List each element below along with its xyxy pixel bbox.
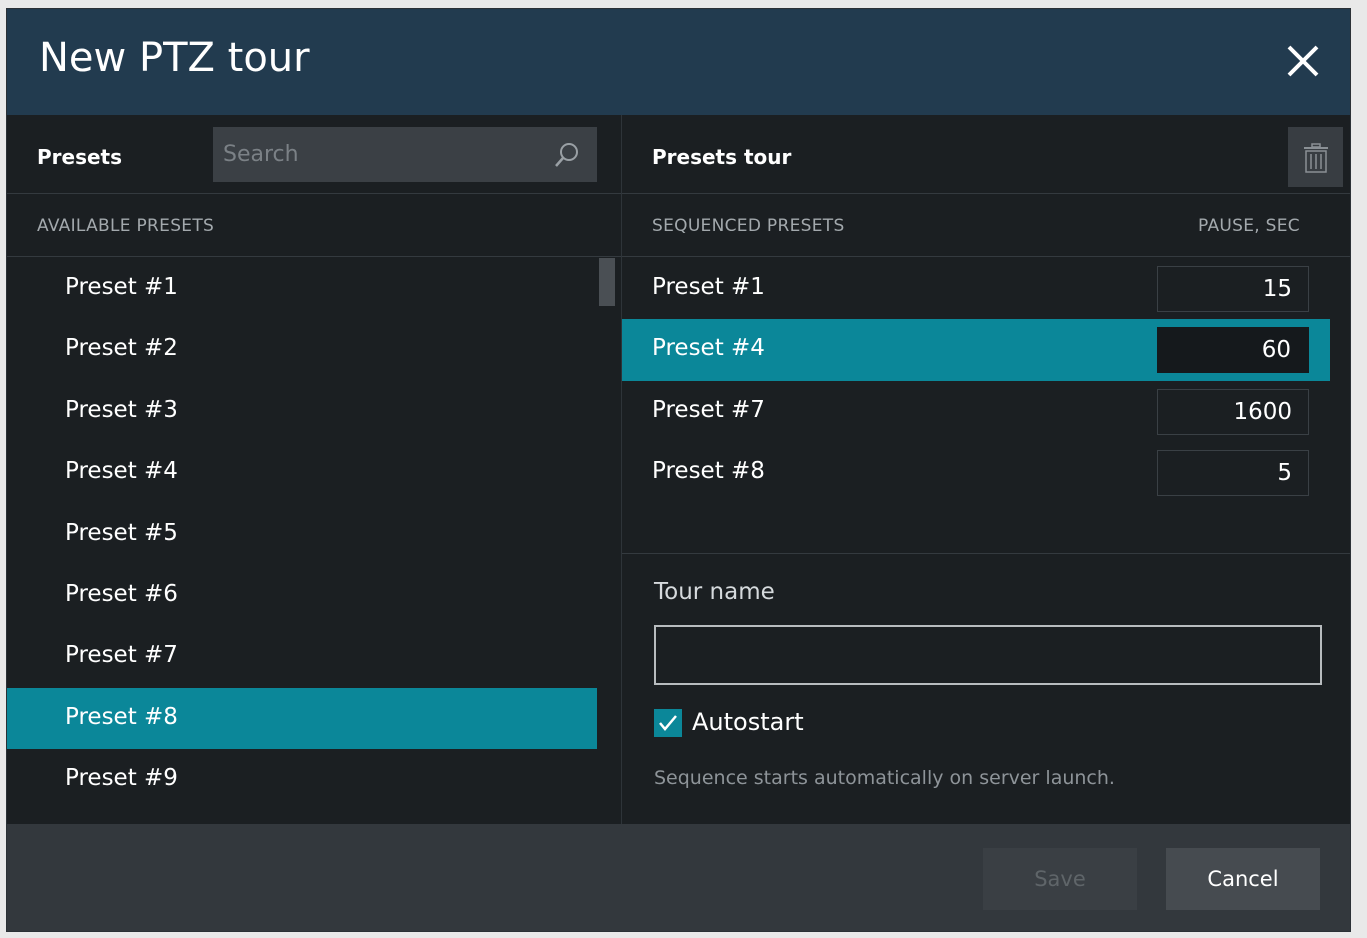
list-item-label: Preset #4 <box>65 458 178 485</box>
list-item-label: Preset #9 <box>65 765 178 792</box>
list-item[interactable]: Preset #7 <box>7 626 597 687</box>
tour-name-label: Tour name <box>654 579 775 605</box>
list-item[interactable]: Preset #1 <box>7 258 597 319</box>
list-item[interactable]: Preset #3 <box>7 381 597 442</box>
available-presets-header: AVAILABLE PRESETS <box>7 194 621 257</box>
save-button[interactable]: Save <box>983 848 1137 910</box>
dialog-footer: Save Cancel <box>7 824 1350 931</box>
sequenced-preset-label: Preset #1 <box>652 274 765 300</box>
presets-tour-header: Presets tour <box>622 115 1350 194</box>
pause-sec-label: PAUSE, SEC <box>1198 216 1300 236</box>
check-icon <box>659 715 677 731</box>
list-item-label: Preset #8 <box>65 703 178 730</box>
autostart-label[interactable]: Autostart <box>692 708 804 736</box>
divider <box>622 553 1350 554</box>
list-item-label: Preset #3 <box>65 396 178 423</box>
pause-input[interactable] <box>1157 388 1309 435</box>
list-item[interactable]: Preset #9 <box>7 749 597 810</box>
presets-tour-header-label: Presets tour <box>652 145 792 169</box>
presets-panel: Presets AVAILABLE PRESETS Preset #1 Pres… <box>7 115 621 824</box>
search-input[interactable] <box>223 139 543 169</box>
list-item[interactable]: Preset #5 <box>7 504 597 565</box>
table-row[interactable]: Preset #4 <box>622 319 1330 381</box>
available-presets-label: AVAILABLE PRESETS <box>37 216 215 236</box>
list-item[interactable]: Preset #8 <box>7 687 597 750</box>
list-item-label: Preset #5 <box>65 519 178 546</box>
list-item[interactable]: Preset #4 <box>7 442 597 503</box>
available-presets-list: Preset #1 Preset #2 Preset #3 Preset #4 … <box>7 258 597 811</box>
presets-scrollbar[interactable] <box>599 258 617 824</box>
tour-name-field[interactable] <box>654 625 1322 685</box>
delete-button[interactable] <box>1288 127 1343 187</box>
sequenced-preset-label: Preset #7 <box>652 396 765 423</box>
list-item-label: Preset #1 <box>65 274 178 300</box>
search-icon[interactable] <box>553 141 581 169</box>
pause-input[interactable] <box>1157 327 1309 374</box>
pause-input[interactable] <box>1157 266 1309 312</box>
cancel-button[interactable]: Cancel <box>1166 848 1320 910</box>
list-item-label: Preset #6 <box>65 580 178 607</box>
sequenced-presets-list: Preset #1 Preset #4 Preset #7 Preset #8 <box>622 258 1330 504</box>
sequenced-preset-label: Preset #4 <box>652 335 765 362</box>
sequenced-presets-header: SEQUENCED PRESETS PAUSE, SEC <box>622 194 1350 257</box>
table-row[interactable]: Preset #7 <box>622 381 1330 442</box>
list-item[interactable]: Preset #6 <box>7 565 597 626</box>
table-row[interactable]: Preset #1 <box>622 258 1330 319</box>
trash-icon <box>1304 143 1328 173</box>
sequenced-preset-label: Preset #8 <box>652 458 765 485</box>
autostart-hint: Sequence starts automatically on server … <box>654 767 1115 789</box>
presets-header-label: Presets <box>37 145 123 169</box>
sequenced-presets-label: SEQUENCED PRESETS <box>652 216 845 236</box>
title-bar: New PTZ tour <box>7 9 1350 115</box>
list-item-label: Preset #2 <box>65 335 178 362</box>
presets-panel-header: Presets <box>7 115 621 194</box>
pause-input[interactable] <box>1157 450 1309 497</box>
list-item[interactable]: Preset #2 <box>7 319 597 380</box>
close-button[interactable] <box>1281 39 1325 83</box>
table-row[interactable]: Preset #8 <box>622 442 1330 503</box>
autostart-checkbox[interactable] <box>654 709 682 737</box>
close-icon <box>1287 45 1319 77</box>
search-box[interactable] <box>213 127 597 182</box>
dialog-title: New PTZ tour <box>39 35 310 81</box>
scrollbar-thumb[interactable] <box>599 258 615 306</box>
presets-tour-panel: Presets tour SEQUENCED PRESETS PAUSE, SE… <box>621 115 1350 824</box>
list-item-label: Preset #7 <box>65 642 178 669</box>
new-ptz-tour-dialog: New PTZ tour Presets AVAILABLE PRESETS P <box>6 8 1351 932</box>
